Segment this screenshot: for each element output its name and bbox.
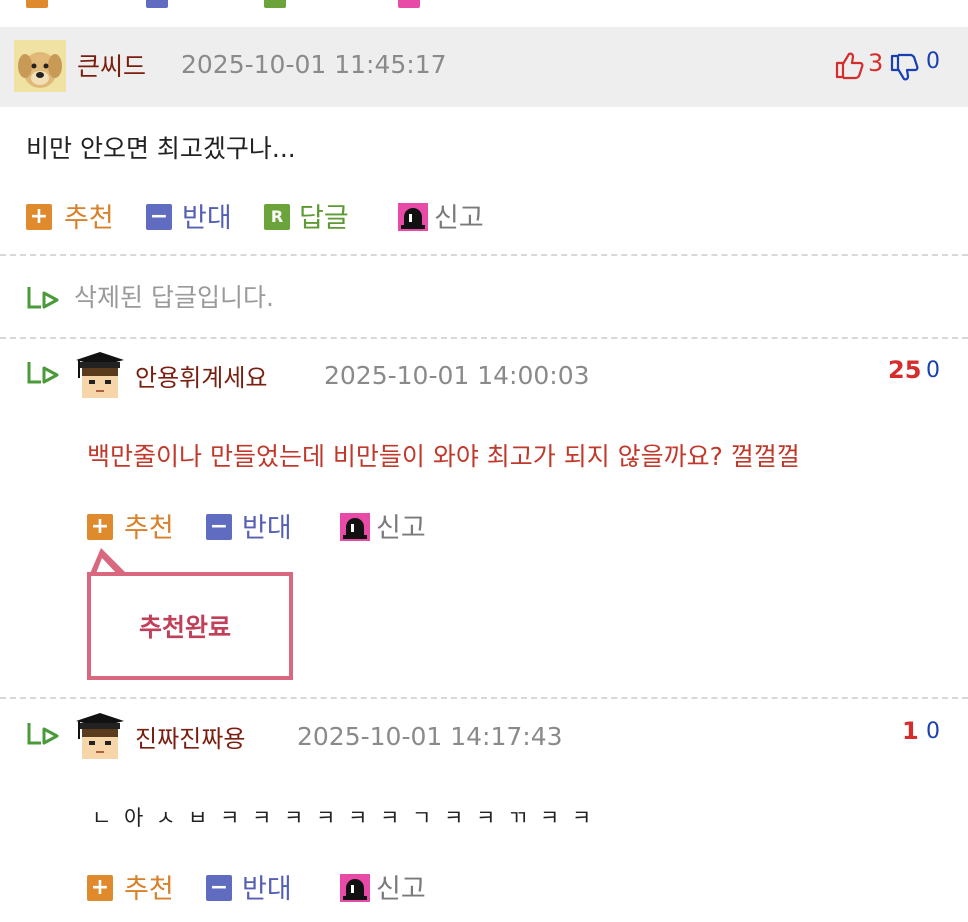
up-count: 3 <box>868 49 884 77</box>
report-button[interactable]: 신고 <box>434 196 484 235</box>
down-count: 0 <box>926 358 940 383</box>
recommend-icon[interactable] <box>26 0 48 8</box>
reply-nickname[interactable]: 안용휘계세요 <box>135 358 267 393</box>
oppose-button[interactable]: 반대 <box>242 506 292 545</box>
recommend-button[interactable]: 추천 <box>64 196 114 235</box>
reply-body: 백만줄이나 만들었는데 비만들이 와야 최고가 되지 않을까요? 껄껄껄 <box>87 442 800 471</box>
oppose-icon[interactable]: − <box>206 514 232 540</box>
report-button[interactable]: 신고 <box>376 867 426 906</box>
report-button[interactable]: 신고 <box>376 506 426 545</box>
oppose-button[interactable]: 반대 <box>242 867 292 906</box>
recommend-icon[interactable]: + <box>87 875 113 901</box>
up-count: 25 <box>888 356 922 384</box>
recommend-button[interactable]: 추천 <box>124 506 174 545</box>
reply-button[interactable]: 답글 <box>299 196 349 235</box>
reply-arrow-icon <box>26 721 62 749</box>
up-count: 1 <box>902 717 919 745</box>
down-count: 0 <box>926 49 940 74</box>
reply-datetime: 2025-10-01 14:17:43 <box>297 722 563 751</box>
comment-datetime: 2025-10-01 11:45:17 <box>181 50 447 79</box>
recommend-button[interactable]: 추천 <box>124 867 174 906</box>
reply-icon[interactable]: R <box>264 204 290 230</box>
oppose-icon[interactable]: − <box>206 875 232 901</box>
avatar <box>74 350 126 402</box>
report-icon[interactable] <box>398 0 420 8</box>
siren-icon[interactable] <box>340 874 370 906</box>
reply-body: ㄴ 아 ㅅ ㅂ ㅋ ㅋ ㅋ ㅋ ㅋ ㅋ ㄱ ㅋ ㅋ ㄲ ㅋ ㅋ <box>92 806 595 830</box>
divider <box>0 337 968 339</box>
oppose-icon[interactable] <box>146 0 168 8</box>
down-count: 0 <box>926 719 940 744</box>
previous-actions-strip <box>0 0 968 8</box>
avatar <box>14 40 66 92</box>
comment-body: 비만 안오면 최고겠구나... <box>26 134 296 163</box>
thumbs-up-icon[interactable] <box>834 50 864 84</box>
oppose-icon[interactable]: − <box>146 204 172 230</box>
reply-arrow-icon <box>26 285 62 313</box>
deleted-reply-text: 삭제된 답글입니다. <box>74 283 274 312</box>
reply-arrow-icon <box>26 360 62 388</box>
divider <box>0 254 968 256</box>
reply-datetime: 2025-10-01 14:00:03 <box>324 361 590 390</box>
comment-nickname[interactable]: 큰씨드 <box>77 47 146 83</box>
divider <box>0 697 968 699</box>
popup-text: 추천완료 <box>139 613 232 642</box>
reply-nickname[interactable]: 진짜진짜용 <box>135 719 245 754</box>
siren-icon[interactable] <box>398 203 428 235</box>
oppose-button[interactable]: 반대 <box>182 196 232 235</box>
avatar <box>74 711 126 763</box>
recommend-icon[interactable]: + <box>87 514 113 540</box>
thumbs-down-icon[interactable] <box>889 53 919 87</box>
reply-icon[interactable] <box>264 0 286 8</box>
recommend-icon[interactable]: + <box>26 204 52 230</box>
siren-icon[interactable] <box>340 513 370 545</box>
